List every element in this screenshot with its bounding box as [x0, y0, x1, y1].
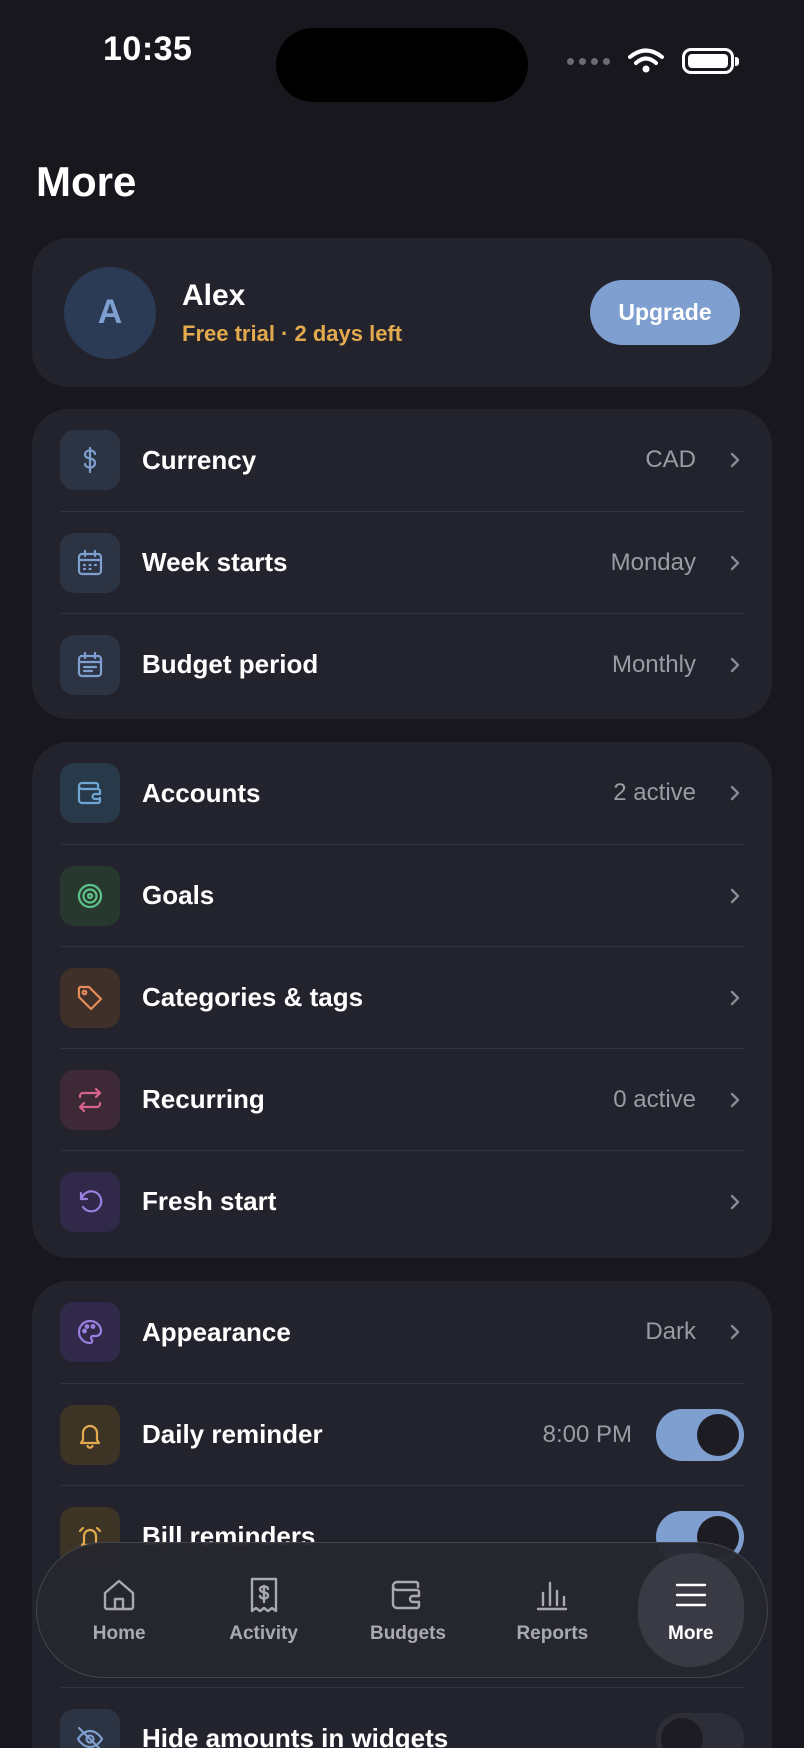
row-value: Monthly [611, 650, 696, 678]
profile-name: Alex [182, 278, 246, 312]
hide-amounts-row: Hide amounts in widgets [60, 1687, 744, 1748]
tab-label: Budgets [369, 1623, 446, 1644]
battery-icon [682, 48, 739, 74]
tab-home[interactable]: Home [60, 1554, 178, 1666]
page-title: More [36, 158, 137, 205]
tab-label: Activity [229, 1623, 298, 1644]
tab-budgets[interactable]: Budgets [349, 1554, 467, 1666]
row-value: Dark [645, 1318, 696, 1345]
row-value: 2 active [613, 779, 696, 806]
row-label: Appearance [142, 1316, 291, 1347]
avatar: A [64, 266, 156, 359]
wallet-icon [391, 1580, 421, 1610]
calendar-list-icon [60, 634, 120, 695]
daily-reminder-toggle[interactable] [656, 1408, 744, 1461]
chevron-right-icon [726, 451, 744, 469]
tab-more[interactable]: More [637, 1553, 744, 1667]
row-label: Goals [142, 880, 215, 910]
week-starts-row[interactable]: Week starts Monday [60, 511, 744, 613]
trial-status: Free trial · 2 days left [182, 320, 403, 346]
bar-chart-icon [537, 1581, 568, 1611]
target-icon [60, 865, 120, 926]
tab-reports[interactable]: Reports [493, 1554, 611, 1666]
tab-activity[interactable]: Activity [205, 1554, 323, 1666]
status-time: 10:35 [103, 30, 193, 68]
budget-period-row[interactable]: Budget period Monthly [60, 613, 744, 715]
eye-off-icon [60, 1708, 120, 1748]
recurring-row[interactable]: Recurring 0 active [60, 1048, 744, 1150]
row-label: Budget period [142, 649, 319, 679]
repeat-icon [60, 1069, 120, 1130]
chevron-right-icon [726, 1091, 744, 1109]
row-label: Accounts [142, 777, 261, 808]
row-label: Categories & tags [142, 982, 364, 1012]
appearance-row[interactable]: Appearance Dark [60, 1281, 744, 1383]
undo-icon [60, 1171, 120, 1232]
calendar-icon [60, 532, 120, 593]
tab-label: More [668, 1623, 714, 1644]
settings-group: Currency CAD Week starts Monday Budget p… [32, 409, 772, 719]
data-group: Accounts 2 active Goals Categories & tag… [32, 742, 772, 1258]
upgrade-button[interactable]: Upgrade [590, 280, 740, 345]
row-label: Week starts [142, 547, 288, 577]
row-label: Hide amounts in widgets [142, 1723, 449, 1748]
chevron-right-icon [726, 784, 744, 802]
row-label: Currency [142, 444, 257, 475]
accounts-row[interactable]: Accounts 2 active [60, 742, 744, 844]
palette-icon [60, 1302, 120, 1362]
row-value: 0 active [613, 1085, 696, 1113]
chevron-right-icon [726, 989, 744, 1007]
tab-label: Reports [516, 1623, 589, 1644]
row-label: Daily reminder [142, 1419, 323, 1449]
daily-reminder-row: Daily reminder 8:00 PM [60, 1383, 744, 1485]
goals-row[interactable]: Goals [60, 844, 744, 946]
row-label: Fresh start [142, 1186, 277, 1216]
categories-row[interactable]: Categories & tags [60, 946, 744, 1048]
wallet-icon [60, 763, 120, 823]
wifi-icon [628, 48, 664, 73]
bell-icon [60, 1404, 120, 1465]
fresh-start-row[interactable]: Fresh start [60, 1150, 744, 1252]
signal-icon [567, 57, 610, 65]
tag-icon [60, 967, 120, 1028]
reminder-time[interactable]: 8:00 PM [543, 1421, 632, 1449]
tab-label: Home [92, 1623, 146, 1644]
profile-card: A Alex Free trial · 2 days left Upgrade [32, 238, 772, 387]
currency-row[interactable]: Currency CAD [60, 409, 744, 511]
status-icons [567, 48, 739, 74]
dynamic-island [276, 28, 528, 102]
chevron-right-icon [726, 1323, 744, 1341]
receipt-icon [250, 1577, 277, 1613]
chevron-right-icon [726, 656, 744, 674]
chevron-right-icon [726, 554, 744, 572]
row-value: Monday [610, 548, 696, 576]
home-icon [103, 1579, 135, 1611]
dollar-icon [60, 430, 120, 490]
hide-amounts-toggle[interactable] [656, 1712, 744, 1748]
row-label: Recurring [142, 1084, 265, 1114]
row-value: CAD [645, 446, 696, 473]
menu-icon [675, 1583, 706, 1607]
chevron-right-icon [726, 887, 744, 905]
chevron-right-icon [726, 1193, 744, 1211]
tab-bar: Home Activity Budgets Reports More [36, 1542, 768, 1678]
